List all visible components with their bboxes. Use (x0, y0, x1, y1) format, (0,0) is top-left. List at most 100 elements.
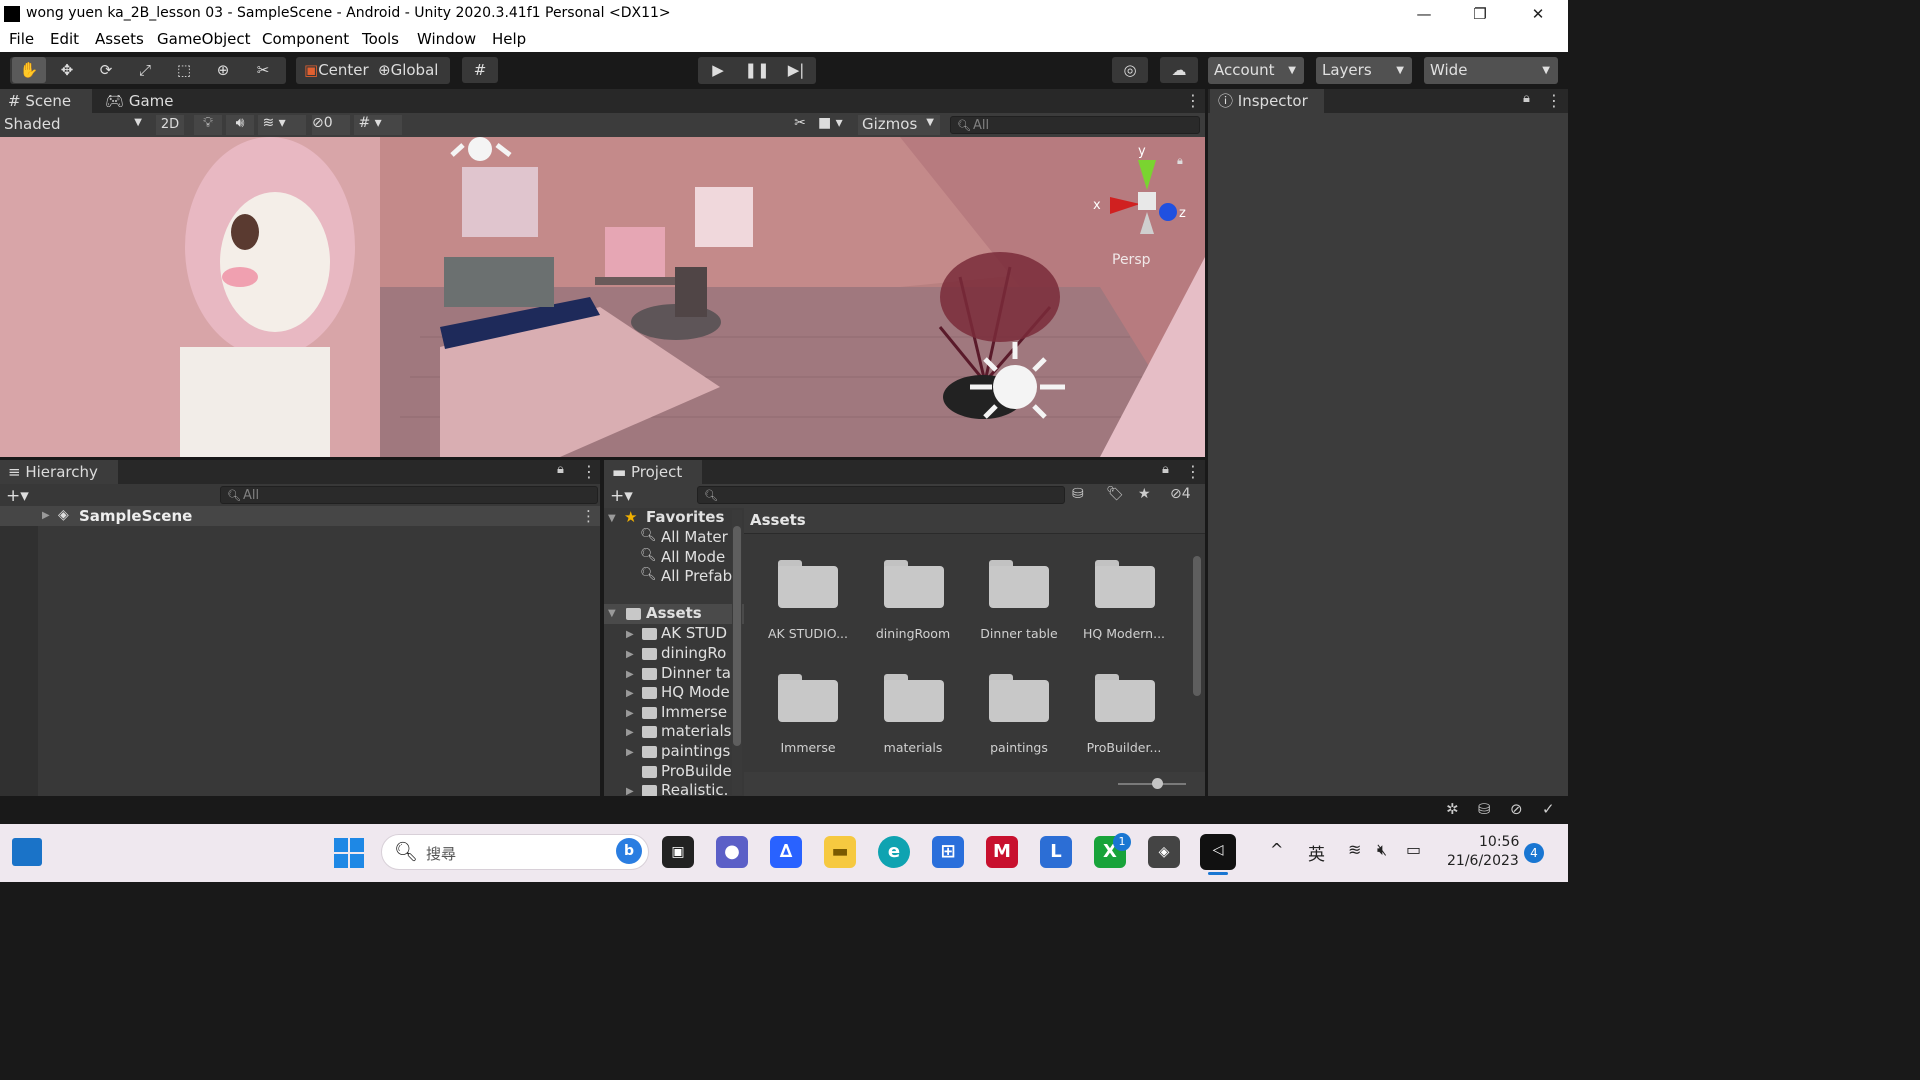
assets-scrollbar[interactable] (1190, 536, 1204, 770)
tree-folder-dinner-table[interactable]: Dinner ta (661, 664, 731, 682)
inspector-lock-icon[interactable]: 🔒︎ (1523, 91, 1530, 106)
search-by-type-icon[interactable]: ⛁ (1072, 486, 1084, 502)
menu-edit[interactable]: Edit (50, 30, 79, 48)
check-icon[interactable]: ✓ (1542, 800, 1555, 818)
battery-icon[interactable]: ▭ (1406, 840, 1421, 859)
account-dropdown[interactable]: Account ▼ (1208, 57, 1304, 84)
bug-icon[interactable]: ✲ (1446, 800, 1459, 818)
grid-folder-label[interactable]: diningRoom (858, 626, 968, 641)
menu-tools[interactable]: Tools (362, 30, 399, 48)
minimize-button[interactable]: — (1396, 0, 1452, 28)
move-tool-icon[interactable]: ✥ (50, 57, 84, 83)
bing-icon[interactable]: b (616, 838, 642, 864)
copilot-icon[interactable]: ∆ (770, 836, 802, 868)
grid-folder-label[interactable]: ProBuilder... (1069, 740, 1179, 755)
effects-dropdown-icon[interactable]: ≋ ▾ (258, 115, 306, 135)
breadcrumb[interactable]: Assets (750, 511, 806, 529)
shading-mode-dropdown[interactable]: Shaded ▼ (4, 115, 150, 135)
project-search-input[interactable]: 🔍︎ (697, 486, 1065, 504)
tree-scrollbar-thumb[interactable] (733, 526, 741, 746)
expand-arrow-icon[interactable]: ▶ (626, 669, 634, 680)
tree-folder-paintings[interactable]: paintings (661, 742, 730, 760)
tab-hierarchy[interactable]: ≡ Hierarchy (0, 460, 118, 484)
project-lock-icon[interactable]: 🔒︎ (1162, 462, 1169, 477)
wifi-icon[interactable]: ≋ (1348, 840, 1361, 859)
audio-toggle-icon[interactable]: 🔊︎ (226, 115, 254, 135)
grid-folder-icon[interactable] (884, 674, 944, 722)
assets-scrollbar-thumb[interactable] (1193, 556, 1201, 696)
tree-scrollbar[interactable] (732, 510, 742, 795)
tree-folder-probuilder[interactable]: ProBuilde (661, 762, 732, 780)
transform-tool-icon[interactable]: ⊕ (206, 57, 240, 83)
menu-help[interactable]: Help (492, 30, 526, 48)
favorite-all-materials[interactable]: All Mater (661, 528, 728, 546)
tree-folder-materials[interactable]: materials (661, 722, 731, 740)
tab-game[interactable]: 🎮︎ Game (97, 89, 187, 113)
lessons-app-icon[interactable]: L (1040, 836, 1072, 868)
pause-button-icon[interactable]: ❚❚ (739, 57, 775, 83)
scale-tool-icon[interactable]: ⤢ (128, 57, 162, 83)
grid-snap-icon[interactable]: # (462, 57, 498, 83)
scene-row-menu-icon[interactable]: ⋮ (581, 507, 596, 525)
tab-scene[interactable]: # Scene (0, 89, 92, 113)
search-by-label-icon[interactable]: 🏷︎ (1106, 486, 1124, 502)
expand-arrow-icon[interactable]: ▶ (626, 747, 634, 758)
play-button-icon[interactable]: ▶ (700, 57, 736, 83)
layers-dropdown[interactable]: Layers ▼ (1316, 57, 1412, 84)
task-view-icon[interactable]: ▣ (662, 836, 694, 868)
tab-inspector[interactable]: ⓘ Inspector (1210, 89, 1324, 113)
grid-folder-icon[interactable] (1095, 674, 1155, 722)
close-button[interactable]: ✕ (1510, 0, 1566, 28)
hidden-objects-toggle[interactable]: ⊘0 (312, 115, 350, 135)
collab-icon[interactable]: ◎ (1112, 57, 1148, 83)
grid-folder-label[interactable]: paintings (964, 740, 1074, 755)
tab-project[interactable]: ▬ Project (604, 460, 702, 484)
grid-folder-label[interactable]: AK STUDIO... (753, 626, 863, 641)
lighting-toggle-icon[interactable]: 💡︎ (194, 115, 222, 135)
favorite-all-prefabs[interactable]: All Prefab (661, 567, 732, 585)
rect-tool-icon[interactable]: ⬚ (167, 57, 201, 83)
scene-menu-icon[interactable]: ⋮ (1185, 91, 1201, 110)
menu-window[interactable]: Window (417, 30, 476, 48)
scene-orientation-gizmo[interactable]: y x z 🔒︎ (1090, 142, 1195, 252)
tree-folder-ak-studio[interactable]: AK STUD (661, 624, 727, 642)
pivot-center-toggle[interactable]: ▣Center (298, 57, 372, 83)
grid-folder-icon[interactable] (778, 560, 838, 608)
project-add-button[interactable]: +▾ (610, 486, 633, 506)
scene-search-input[interactable]: 🔍︎ All (950, 116, 1200, 134)
camera-dropdown-icon[interactable]: ■ ▾ (818, 115, 856, 135)
favorites-header[interactable]: Favorites (646, 508, 724, 526)
grid-folder-icon[interactable] (884, 560, 944, 608)
grid-folder-label[interactable]: Dinner table (964, 626, 1074, 641)
edge-browser-icon[interactable]: e (878, 836, 910, 868)
microsoft-store-icon[interactable]: ⊞ (932, 836, 964, 868)
custom-tool-icon[interactable]: ✂ (246, 57, 280, 83)
hierarchy-menu-icon[interactable]: ⋮ (581, 462, 597, 481)
teams-chat-icon[interactable]: ● (716, 836, 748, 868)
expand-arrow-icon[interactable]: ▶ (626, 629, 634, 640)
gizmos-dropdown[interactable]: Gizmos ▼ (858, 115, 940, 135)
database-icon[interactable]: ⛁ (1478, 800, 1491, 818)
tree-folder-hq-modern[interactable]: HQ Mode (661, 683, 730, 701)
grid-folder-icon[interactable] (778, 674, 838, 722)
ime-indicator[interactable]: 英 (1308, 840, 1325, 865)
mcafee-icon[interactable]: M (986, 836, 1018, 868)
menu-gameobject[interactable]: GameObject (157, 30, 251, 48)
2d-toggle[interactable]: 2D (156, 115, 184, 135)
speaker-muted-icon[interactable]: 🔇︎ (1377, 840, 1387, 860)
grid-folder-label[interactable]: Immerse (753, 740, 863, 755)
file-explorer-icon[interactable]: ▬ (824, 836, 856, 868)
tools-icon[interactable]: ✂ (786, 115, 814, 135)
menu-file[interactable]: File (9, 30, 34, 48)
hierarchy-scene-row[interactable]: ▶ ◈ SampleScene ⋮ (0, 506, 600, 526)
expand-arrow-icon[interactable]: ▶ (626, 786, 634, 796)
widgets-icon[interactable] (12, 838, 42, 866)
collapse-arrow-icon[interactable]: ▼ (608, 608, 616, 619)
projection-label[interactable]: Persp (1112, 252, 1151, 268)
show-hidden-icons-chevron-icon[interactable]: ^ (1270, 840, 1283, 859)
favorite-all-models[interactable]: All Mode (661, 548, 725, 566)
cloud-icon[interactable]: ☁ (1160, 57, 1198, 83)
windows-start-icon[interactable] (334, 838, 364, 868)
grid-dropdown-icon[interactable]: # ▾ (354, 115, 402, 135)
menu-assets[interactable]: Assets (95, 30, 144, 48)
